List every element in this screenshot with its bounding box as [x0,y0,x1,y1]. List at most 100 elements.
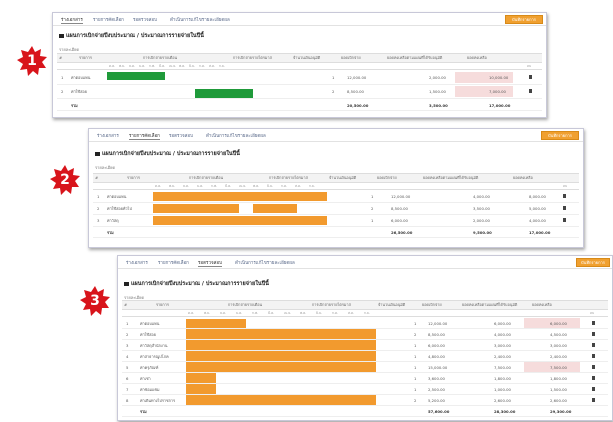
table-row[interactable]: 6 ค่าเช่า 1 3,600.00 1,800.00 1,800.00 [122,373,608,384]
row-qty: 1 [332,75,335,80]
table-row[interactable]: 3 ค่าวัสดุสำนักงาน 1 6,000.00 3,000.00 3… [122,340,608,351]
monthly-bar[interactable] [253,204,297,213]
trash-icon[interactable] [563,218,566,222]
tab-review[interactable]: รอตรวจสอบ [133,16,157,23]
row-no: 2 [126,332,129,337]
save-button[interactable]: บันทึกรายการ [576,258,610,267]
trash-icon[interactable] [563,206,566,210]
col-item: รายการ [156,302,169,307]
monthly-bar[interactable] [107,72,165,80]
row-spent: 2,000.00 [473,218,490,223]
row-amount: 15,000.00 [428,365,448,370]
trash-icon[interactable] [592,398,595,402]
page-title: แผนการเบิกจ่ายปีงบประมาณ / ประมาณการรายจ… [59,32,204,40]
monthly-bar[interactable] [153,192,327,201]
col-approved: จำนวนเงินอนุมัติ [293,55,321,60]
tab-selected[interactable]: รายการคัดเลือก [158,259,189,266]
col-delete: ลบ [527,64,531,68]
trash-icon[interactable] [592,343,595,347]
col-plan-remain: ยอดคงเหลือตามแผนที่ได้รับอนุมัติ [387,55,443,60]
trash-icon[interactable] [529,89,532,93]
table-row[interactable]: 1 ค่าตอบแทน 1 12,000.00 4,000.00 8,000.0… [93,191,579,203]
table-row[interactable]: 1 ค่าตอบแทน 1 12,000.00 2,000.00 10,000.… [57,71,542,85]
monthly-bar[interactable] [153,216,327,225]
row-no: 6 [126,376,129,381]
table-row[interactable]: 3 ค่าวัสดุ 1 6,000.00 2,000.00 4,000.00 [93,215,579,227]
trash-icon[interactable] [592,354,595,358]
tab-selected[interactable]: รายการคัดเลือก [129,132,160,140]
row-amount: 6,000.00 [391,218,408,223]
col-no: # [124,302,128,307]
save-button[interactable]: บันทึกรายการ [541,131,579,140]
row-qty: 2 [414,332,417,337]
tab-draft[interactable]: ร่างเอกสาร [97,132,119,139]
month: มี.ค. [225,184,232,188]
tab-draft[interactable]: ร่างเอกสาร [126,259,148,266]
table-row[interactable]: 4 ค่าสาธารณูปโภค 1 4,800.00 2,400.00 2,4… [122,351,608,362]
table-row[interactable]: 5 ค่าครุภัณฑ์ 1 15,000.00 7,500.00 7,500… [122,362,608,373]
total-label: รวม [107,230,114,235]
table-row[interactable]: 2 ค่าใช้สอย 2 8,500.00 1,500.00 7,000.00 [57,85,542,99]
trash-icon[interactable] [592,321,595,325]
table-row[interactable]: 8 ค่าเดินทางไปราชการ 2 5,200.00 2,600.00… [122,395,608,406]
tab-review[interactable]: รอตรวจสอบ [198,259,222,267]
row-qty: 2 [332,89,335,94]
tab-selected[interactable]: รายการคัดเลือก [93,16,124,23]
row-remain: 1,500.00 [550,387,567,392]
row-amount: 8,500.00 [391,206,408,211]
trash-icon[interactable] [592,332,595,336]
monthly-bar[interactable] [186,319,246,328]
tab-review[interactable]: รอตรวจสอบ [169,132,193,139]
subtitle: รายละเอียด [95,165,116,170]
badge-number: 1 [27,53,37,69]
col-spent: ยอดเบิกจ่าย [341,55,361,60]
monthly-bar[interactable] [186,373,216,383]
monthly-bar[interactable] [186,340,376,350]
row-no: 1 [97,194,100,199]
monthly-bar[interactable] [186,395,376,405]
tab-edit[interactable]: ดำเนินการแก้ไขรายละเอียดผล [170,16,230,23]
trash-icon[interactable] [592,376,595,380]
tab-edit[interactable]: ดำเนินการแก้ไขรายละเอียดผล [235,259,295,266]
month: เม.ย. [169,64,177,68]
col-no: # [59,55,63,60]
col-spent: ยอดเบิกจ่าย [377,175,397,180]
row-qty: 1 [414,343,417,348]
row-qty: 1 [414,365,417,370]
col-plan-remain: ยอดคงเหลือตามแผนที่ได้รับอนุมัติ [423,175,479,180]
save-button[interactable]: บันทึกรายการ [505,15,543,24]
document-icon [59,33,64,38]
trash-icon[interactable] [529,75,532,79]
monthly-bar[interactable] [186,351,376,361]
row-spent: 4,000.00 [473,194,490,199]
monthly-bar[interactable] [186,384,216,394]
trash-icon[interactable] [592,387,595,391]
row-name: ค่าตอบแทน [140,321,160,326]
tab-draft[interactable]: ร่างเอกสาร [61,16,83,24]
tab-bar: ร่างเอกสาร รายการคัดเลือก รอตรวจสอบ ดำเน… [118,256,612,269]
monthly-bar[interactable] [186,329,376,339]
row-no: 2 [97,206,100,211]
row-spent: 3,500.00 [473,206,490,211]
panel-1: ร่างเอกสาร รายการคัดเลือก รอตรวจสอบ ดำเน… [52,12,547,118]
monthly-bar[interactable] [195,89,253,98]
table-row[interactable]: 1 ค่าตอบแทน 1 12,000.00 6,000.00 6,000.0… [122,318,608,329]
row-amount: 8,500.00 [428,332,445,337]
month: ก.ค. [332,311,339,315]
monthly-bar[interactable] [186,362,376,372]
month: พ.ค. [300,311,307,315]
total-spent: 3,500.00 [429,103,448,108]
month: ต.ค. [109,64,116,68]
trash-icon[interactable] [592,365,595,369]
monthly-bar[interactable] [153,204,239,213]
month: มิ.ย. [267,184,273,188]
table-row[interactable]: 2 ค่าใช้สอย 2 8,500.00 4,000.00 4,500.00 [122,329,608,340]
trash-icon[interactable] [563,194,566,198]
table-row[interactable]: 2 ค่าใช้สอยทั่วไป 2 8,500.00 3,500.00 5,… [93,203,579,215]
table-row[interactable]: 7 ค่าซ่อมแซม 1 2,500.00 1,000.00 1,500.0… [122,384,608,395]
tab-edit[interactable]: ดำเนินการแก้ไขรายละเอียดผล [206,132,266,139]
month: ส.ค. [209,64,216,68]
row-spent: 1,500.00 [429,89,446,94]
row-name: ค่าใช้สอย [71,89,87,94]
table-header: # รายการ การเบิกจ่ายรายเดือน การเบิกจ่าย… [122,301,608,310]
